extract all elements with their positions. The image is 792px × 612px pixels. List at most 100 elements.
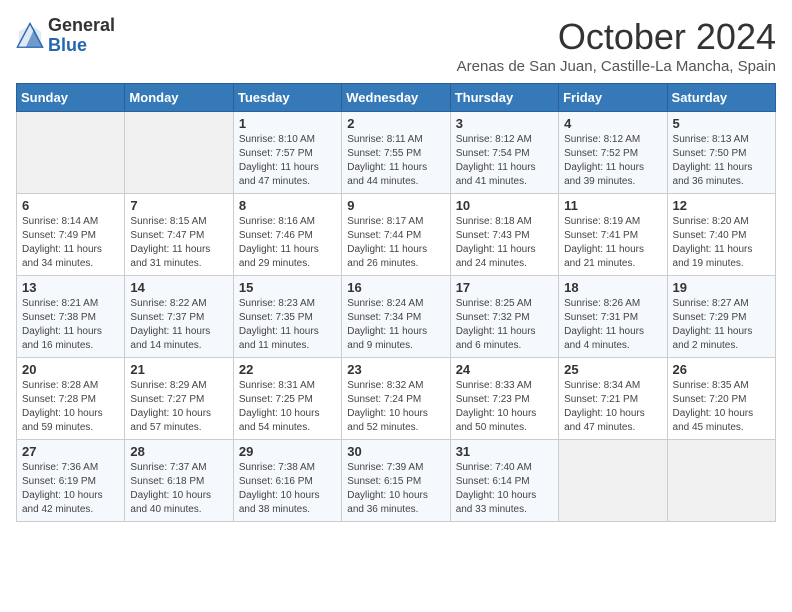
weekday-header-saturday: Saturday [667,84,775,112]
calendar-week-3: 13 Sunrise: 8:21 AM Sunset: 7:38 PM Dayli… [17,276,776,358]
calendar-cell: 7 Sunrise: 8:15 AM Sunset: 7:47 PM Daylig… [125,194,233,276]
day-number: 7 [130,198,227,213]
day-info: Sunrise: 8:28 AM Sunset: 7:28 PM Dayligh… [22,379,119,435]
calendar-cell: 11 Sunrise: 8:19 AM Sunset: 7:41 PM Dayli… [559,194,667,276]
month-title: October 2024 [457,16,776,58]
calendar-cell [667,440,775,522]
calendar-cell: 13 Sunrise: 8:21 AM Sunset: 7:38 PM Dayli… [17,276,125,358]
calendar-cell: 16Sunrise: 8:24 AM Sunset: 7:34 PM Dayli… [342,276,450,358]
day-number: 29 [239,444,336,459]
day-number: 28 [130,444,227,459]
day-number: 15 [239,280,336,295]
calendar-cell: 3 Sunrise: 8:12 AM Sunset: 7:54 PM Daylig… [450,112,558,194]
calendar-cell: 1 Sunrise: 8:10 AM Sunset: 7:57 PM Daylig… [233,112,341,194]
day-number: 14 [130,280,227,295]
day-number: 10 [456,198,553,213]
calendar-table: SundayMondayTuesdayWednesdayThursdayFrid… [16,83,776,522]
calendar-cell: 31 Sunrise: 7:40 AM Sunset: 6:14 PM Dayli… [450,440,558,522]
calendar-cell: 24Sunrise: 8:33 AM Sunset: 7:23 PM Dayli… [450,358,558,440]
calendar-cell: 20Sunrise: 8:28 AM Sunset: 7:28 PM Dayli… [17,358,125,440]
day-info: Sunrise: 7:39 AM Sunset: 6:15 PM Dayligh… [347,461,444,517]
day-info: Sunrise: 8:20 AM Sunset: 7:40 PM Dayligh… [673,215,770,271]
weekday-header-friday: Friday [559,84,667,112]
day-info: Sunrise: 8:11 AM Sunset: 7:55 PM Dayligh… [347,133,444,189]
day-number: 6 [22,198,119,213]
calendar-cell: 27Sunrise: 7:36 AM Sunset: 6:19 PM Dayli… [17,440,125,522]
calendar-week-1: 1 Sunrise: 8:10 AM Sunset: 7:57 PM Daylig… [17,112,776,194]
calendar-week-2: 6 Sunrise: 8:14 AM Sunset: 7:49 PM Daylig… [17,194,776,276]
day-number: 23 [347,362,444,377]
day-info: Sunrise: 7:36 AM Sunset: 6:19 PM Dayligh… [22,461,119,517]
logo-general: General [48,16,115,36]
day-info: Sunrise: 8:26 AM Sunset: 7:31 PM Dayligh… [564,297,661,353]
calendar-cell: 19Sunrise: 8:27 AM Sunset: 7:29 PM Dayli… [667,276,775,358]
day-info: Sunrise: 7:38 AM Sunset: 6:16 PM Dayligh… [239,461,336,517]
day-info: Sunrise: 8:16 AM Sunset: 7:46 PM Dayligh… [239,215,336,271]
weekday-header-row: SundayMondayTuesdayWednesdayThursdayFrid… [17,84,776,112]
calendar-cell: 21 Sunrise: 8:29 AM Sunset: 7:27 PM Dayli… [125,358,233,440]
day-number: 2 [347,116,444,131]
calendar-cell: 23 Sunrise: 8:32 AM Sunset: 7:24 PM Dayli… [342,358,450,440]
calendar-cell: 22Sunrise: 8:31 AM Sunset: 7:25 PM Dayli… [233,358,341,440]
day-info: Sunrise: 8:29 AM Sunset: 7:27 PM Dayligh… [130,379,227,435]
day-info: Sunrise: 8:12 AM Sunset: 7:54 PM Dayligh… [456,133,553,189]
day-number: 17 [456,280,553,295]
page-header: General Blue October 2024 Arenas de San … [16,16,776,75]
day-number: 5 [673,116,770,131]
day-number: 25 [564,362,661,377]
logo-blue: Blue [48,36,115,56]
day-number: 1 [239,116,336,131]
day-number: 11 [564,198,661,213]
day-info: Sunrise: 8:17 AM Sunset: 7:44 PM Dayligh… [347,215,444,271]
day-number: 8 [239,198,336,213]
calendar-cell: 8 Sunrise: 8:16 AM Sunset: 7:46 PM Daylig… [233,194,341,276]
weekday-header-wednesday: Wednesday [342,84,450,112]
day-number: 9 [347,198,444,213]
day-number: 12 [673,198,770,213]
calendar-cell: 10Sunrise: 8:18 AM Sunset: 7:43 PM Dayli… [450,194,558,276]
day-info: Sunrise: 8:15 AM Sunset: 7:47 PM Dayligh… [130,215,227,271]
day-number: 30 [347,444,444,459]
day-number: 3 [456,116,553,131]
day-number: 24 [456,362,553,377]
day-number: 26 [673,362,770,377]
calendar-cell: 15 Sunrise: 8:23 AM Sunset: 7:35 PM Dayli… [233,276,341,358]
day-info: Sunrise: 7:40 AM Sunset: 6:14 PM Dayligh… [456,461,553,517]
day-info: Sunrise: 8:13 AM Sunset: 7:50 PM Dayligh… [673,133,770,189]
day-info: Sunrise: 8:21 AM Sunset: 7:38 PM Dayligh… [22,297,119,353]
calendar-cell: 18Sunrise: 8:26 AM Sunset: 7:31 PM Dayli… [559,276,667,358]
calendar-week-4: 20Sunrise: 8:28 AM Sunset: 7:28 PM Dayli… [17,358,776,440]
day-info: Sunrise: 8:19 AM Sunset: 7:41 PM Dayligh… [564,215,661,271]
day-info: Sunrise: 8:14 AM Sunset: 7:49 PM Dayligh… [22,215,119,271]
calendar-cell: 14 Sunrise: 8:22 AM Sunset: 7:37 PM Dayli… [125,276,233,358]
calendar-cell [17,112,125,194]
day-info: Sunrise: 8:10 AM Sunset: 7:57 PM Dayligh… [239,133,336,189]
calendar-cell: 6 Sunrise: 8:14 AM Sunset: 7:49 PM Daylig… [17,194,125,276]
calendar-cell [125,112,233,194]
day-info: Sunrise: 7:37 AM Sunset: 6:18 PM Dayligh… [130,461,227,517]
day-number: 31 [456,444,553,459]
day-info: Sunrise: 8:31 AM Sunset: 7:25 PM Dayligh… [239,379,336,435]
calendar-cell: 25 Sunrise: 8:34 AM Sunset: 7:21 PM Dayli… [559,358,667,440]
day-info: Sunrise: 8:22 AM Sunset: 7:37 PM Dayligh… [130,297,227,353]
day-info: Sunrise: 8:23 AM Sunset: 7:35 PM Dayligh… [239,297,336,353]
day-info: Sunrise: 8:35 AM Sunset: 7:20 PM Dayligh… [673,379,770,435]
day-info: Sunrise: 8:32 AM Sunset: 7:24 PM Dayligh… [347,379,444,435]
weekday-header-monday: Monday [125,84,233,112]
weekday-header-tuesday: Tuesday [233,84,341,112]
logo: General Blue [16,16,115,56]
day-number: 21 [130,362,227,377]
title-section: October 2024 Arenas de San Juan, Castill… [457,16,776,75]
calendar-cell: 12 Sunrise: 8:20 AM Sunset: 7:40 PM Dayli… [667,194,775,276]
location-subtitle: Arenas de San Juan, Castille-La Mancha, … [457,58,776,75]
logo-text: General Blue [48,16,115,56]
calendar-cell: 5 Sunrise: 8:13 AM Sunset: 7:50 PM Daylig… [667,112,775,194]
day-number: 19 [673,280,770,295]
calendar-cell: 26 Sunrise: 8:35 AM Sunset: 7:20 PM Dayli… [667,358,775,440]
calendar-cell [559,440,667,522]
logo-icon [16,22,44,50]
calendar-cell: 2 Sunrise: 8:11 AM Sunset: 7:55 PM Daylig… [342,112,450,194]
day-info: Sunrise: 8:25 AM Sunset: 7:32 PM Dayligh… [456,297,553,353]
day-number: 13 [22,280,119,295]
day-info: Sunrise: 8:34 AM Sunset: 7:21 PM Dayligh… [564,379,661,435]
